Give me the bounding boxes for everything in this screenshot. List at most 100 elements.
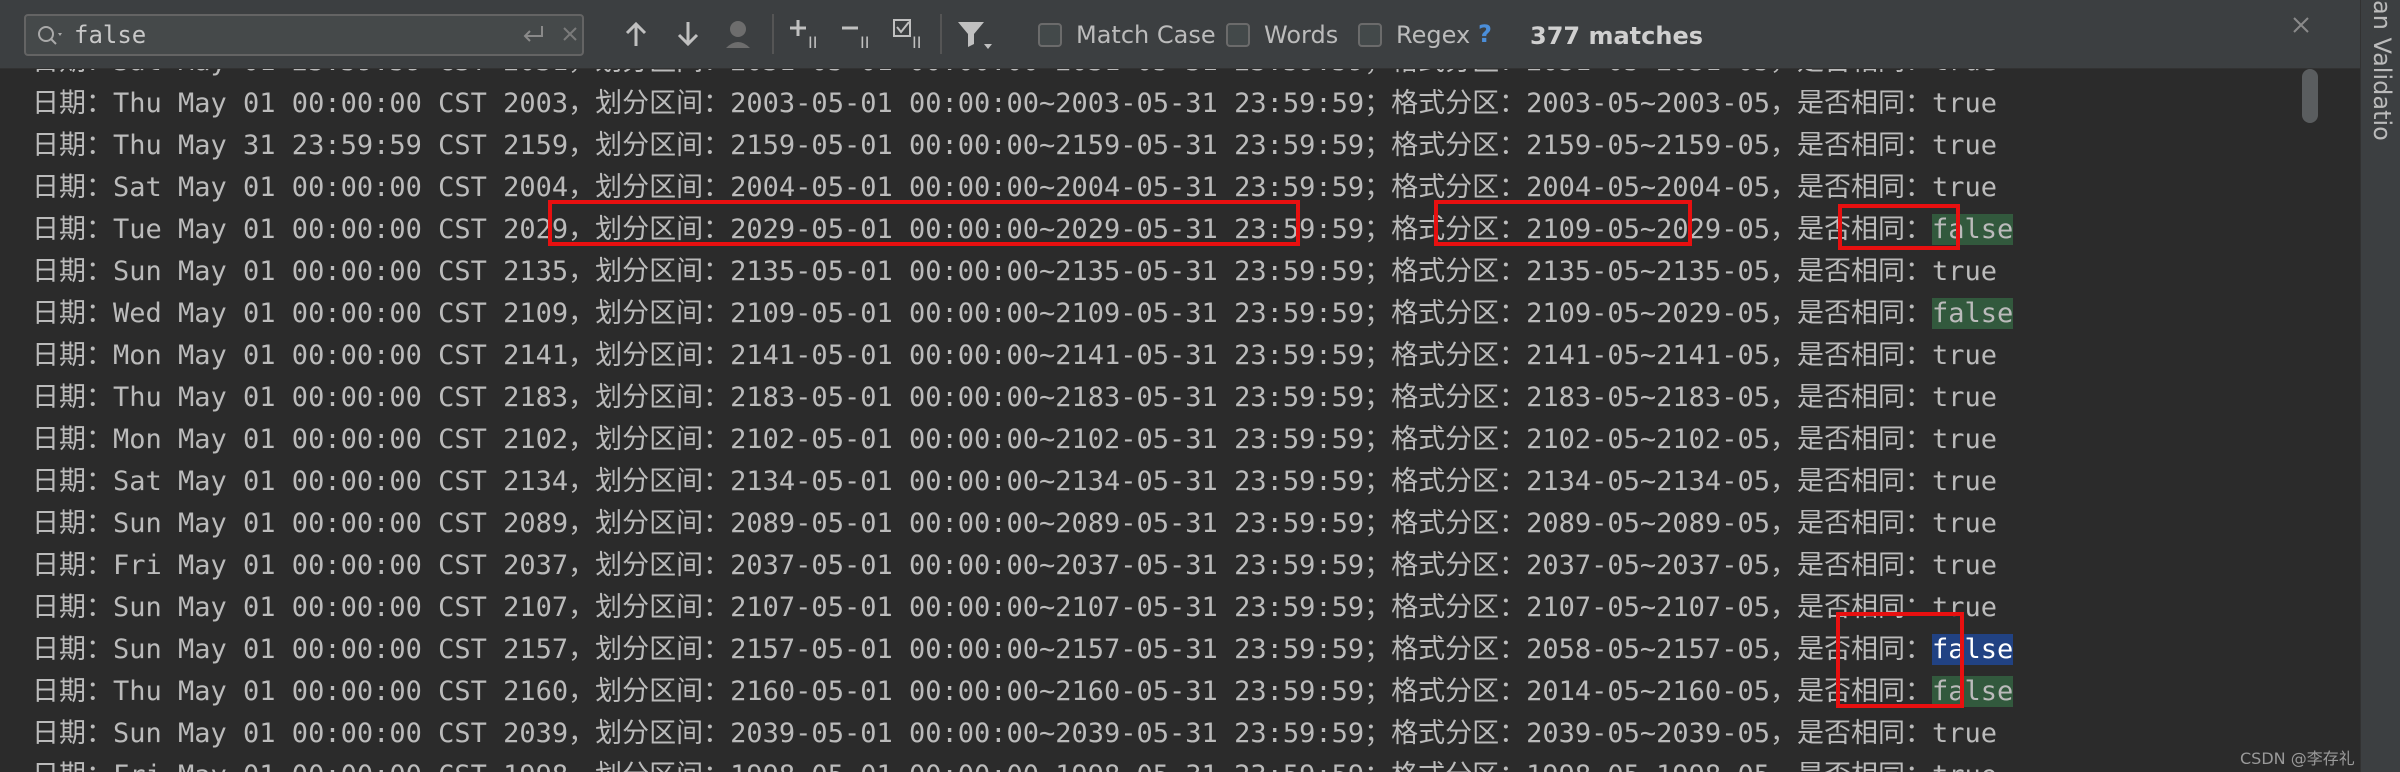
format-partition-value: 2134-05~2134-05， xyxy=(1526,466,1797,497)
range-text: 划分区间：2134-05-01 00:00:00~2134-05-31 23:5… xyxy=(595,466,1392,497)
format-partition-value: 2014-05~2160-05， xyxy=(1526,676,1797,707)
words-checkbox[interactable] xyxy=(1226,23,1250,47)
console-output[interactable]: 日期：Sat May 01 23:59:59 CST 2031， 划分区间：203… xyxy=(0,69,2330,772)
line-label: 是否相同： xyxy=(1796,592,1932,623)
log-line: 日期：Sun May 01 00:00:00 CST 2039，划分区间：203… xyxy=(32,713,2013,755)
arrow-up-icon[interactable] xyxy=(616,14,656,54)
line-label: 是否相同： xyxy=(1796,214,1932,245)
line-label: 是否相同： xyxy=(1796,550,1932,581)
range-text: 划分区间：2003-05-01 00:00:00~2003-05-31 23:5… xyxy=(595,88,1392,119)
regex-option[interactable]: Regex xyxy=(1358,18,1470,52)
result-value: true xyxy=(1931,466,1997,497)
line-label: 是否相同： xyxy=(1796,508,1932,539)
range-text: 划分区间：2160-05-01 00:00:00~2160-05-31 23:5… xyxy=(595,676,1392,707)
result-value: true xyxy=(1932,69,1997,77)
result-value: true xyxy=(1931,592,1997,623)
match-case-checkbox[interactable] xyxy=(1038,23,1062,47)
date-text: 日期：Sat May 01 00:00:00 CST 2134， xyxy=(32,466,596,497)
line-label: 是否相同： xyxy=(1796,466,1932,497)
select-all-icon[interactable]: II xyxy=(890,14,930,54)
format-partition-value: 1998-05~1998-05， xyxy=(1526,760,1797,772)
result-value: true xyxy=(1931,88,1997,119)
user-icon[interactable] xyxy=(718,14,758,54)
log-lines: 日期：Sat May 01 23:59:59 CST 2031， 划分区间：203… xyxy=(32,69,2014,772)
format-partition-value: 2003-05~2003-05， xyxy=(1526,88,1797,119)
date-text: 日期：Sun May 01 00:00:00 CST 2107， xyxy=(32,592,596,623)
log-line: 日期：Sat May 01 23:59:59 CST 2031，划分区间：203… xyxy=(32,69,2013,83)
result-value: false xyxy=(1931,298,2014,329)
range-text: 划分区间：1998-05-01 00:00:00~1998-05-31 23:5… xyxy=(595,760,1391,772)
line-label: 格式分区： xyxy=(1391,256,1527,287)
range-text: 划分区间：2102-05-01 00:00:00~2102-05-31 23:5… xyxy=(595,424,1392,455)
match-case-option[interactable]: Match Case xyxy=(1038,18,1216,52)
date-text: 日期：Fri May 01 00:00:00 CST 1998， xyxy=(32,760,595,772)
range-text: 划分区间：2109-05-01 00:00:00~2109-05-31 23:5… xyxy=(595,298,1392,329)
line-label: 是否相同： xyxy=(1796,424,1932,455)
range-text: 划分区间：2141-05-01 00:00:00~2141-05-31 23:5… xyxy=(595,340,1392,371)
format-partition-value: 2058-05~2157-05， xyxy=(1526,634,1797,665)
format-partition-value: 2107-05~2107-05， xyxy=(1526,592,1797,623)
svg-text:II: II xyxy=(860,33,869,52)
line-label: 格式分区： xyxy=(1391,676,1527,707)
date-text: 日期：Sat May 01 23:59:59 CST 2031， xyxy=(32,69,595,77)
log-line: 日期：Mon May 01 00:00:00 CST 2102，划分区间：210… xyxy=(32,419,2013,461)
toolbar-separator xyxy=(772,14,774,54)
range-text: 划分区间：2039-05-01 00:00:00~2039-05-31 23:5… xyxy=(595,718,1392,749)
close-icon[interactable] xyxy=(560,24,580,44)
format-partition-value: 2037-05~2037-05， xyxy=(1526,550,1797,581)
line-label: 是否相同： xyxy=(1796,676,1932,707)
close-search-bar-icon[interactable] xyxy=(2290,14,2312,36)
range-text: 划分区间：2029-05-01 00:00:00~2029-05-31 23:5… xyxy=(595,214,1392,245)
line-label: 格式分区： xyxy=(1391,298,1527,329)
range-text: 划分区间：2107-05-01 00:00:00~2107-05-31 23:5… xyxy=(595,592,1392,623)
date-text: 日期：Sun May 01 00:00:00 CST 2039， xyxy=(32,718,596,749)
arrow-down-icon[interactable] xyxy=(668,14,708,54)
date-text: 日期：Thu May 01 00:00:00 CST 2003， xyxy=(32,88,596,119)
log-line: 日期：Sun May 01 00:00:00 CST 2089，划分区间：208… xyxy=(32,503,2013,545)
format-partition-value: 2089-05~2089-05， xyxy=(1526,508,1797,539)
line-label: 格式分区： xyxy=(1391,466,1527,497)
regex-help-icon[interactable]: ? xyxy=(1478,20,1492,48)
line-label: 是否相同： xyxy=(1796,172,1932,203)
format-partition-value: 2102-05~2102-05， xyxy=(1526,424,1797,455)
filter-icon[interactable] xyxy=(954,14,994,54)
line-label: 格式分区： xyxy=(1391,382,1527,413)
line-label: 是否相同： xyxy=(1796,88,1932,119)
range-text: 划分区间：2037-05-01 00:00:00~2037-05-31 23:5… xyxy=(595,550,1392,581)
line-label: 格式分区： xyxy=(1391,69,1526,77)
side-tab-label[interactable]: an Validation xyxy=(2366,0,2396,140)
result-value: true xyxy=(1931,424,1997,455)
log-line: 日期：Mon May 01 00:00:00 CST 2141，划分区间：214… xyxy=(32,335,2013,377)
line-label: 是否相同： xyxy=(1796,718,1932,749)
date-text: 日期：Thu May 01 00:00:00 CST 2160， xyxy=(32,676,596,707)
format-partition-value: 2004-05~2004-05， xyxy=(1526,172,1797,203)
scrollbar-track[interactable] xyxy=(2330,69,2358,772)
scrollbar-thumb[interactable] xyxy=(2302,69,2318,123)
regex-checkbox[interactable] xyxy=(1358,23,1382,47)
line-label: 是否相同： xyxy=(1796,130,1932,161)
search-box[interactable] xyxy=(24,14,584,56)
result-value: true xyxy=(1932,760,1997,772)
range-text: 划分区间：2159-05-01 00:00:00~2159-05-31 23:5… xyxy=(595,130,1392,161)
date-text: 日期：Sat May 01 00:00:00 CST 2004， xyxy=(32,172,596,203)
svg-text:II: II xyxy=(912,33,921,52)
result-value: true xyxy=(1931,340,1997,371)
line-label: 格式分区： xyxy=(1391,718,1527,749)
search-input[interactable] xyxy=(74,19,494,51)
words-option[interactable]: Words xyxy=(1226,18,1338,52)
search-icon[interactable] xyxy=(36,24,66,48)
log-line: 日期：Sun May 01 00:00:00 CST 2157，划分区间：215… xyxy=(32,629,2014,671)
line-label: 是否相同： xyxy=(1797,69,1932,77)
remove-selection-icon[interactable]: II xyxy=(838,14,878,54)
line-label: 是否相同： xyxy=(1796,256,1932,287)
line-label: 格式分区： xyxy=(1391,550,1527,581)
log-line: 日期：Sun May 01 00:00:00 CST 2135，划分区间：213… xyxy=(32,251,2013,293)
range-text: 划分区间：2089-05-01 00:00:00~2089-05-31 23:5… xyxy=(595,508,1392,539)
result-value: true xyxy=(1931,508,1997,539)
line-label: 格式分区： xyxy=(1391,760,1526,772)
format-partition-value: 2135-05~2135-05， xyxy=(1526,256,1797,287)
date-text: 日期：Thu May 31 23:59:59 CST 2159， xyxy=(32,130,596,161)
date-text: 日期：Thu May 01 00:00:00 CST 2183， xyxy=(32,382,596,413)
newline-icon[interactable] xyxy=(520,22,548,48)
add-selection-icon[interactable]: II xyxy=(786,14,826,54)
